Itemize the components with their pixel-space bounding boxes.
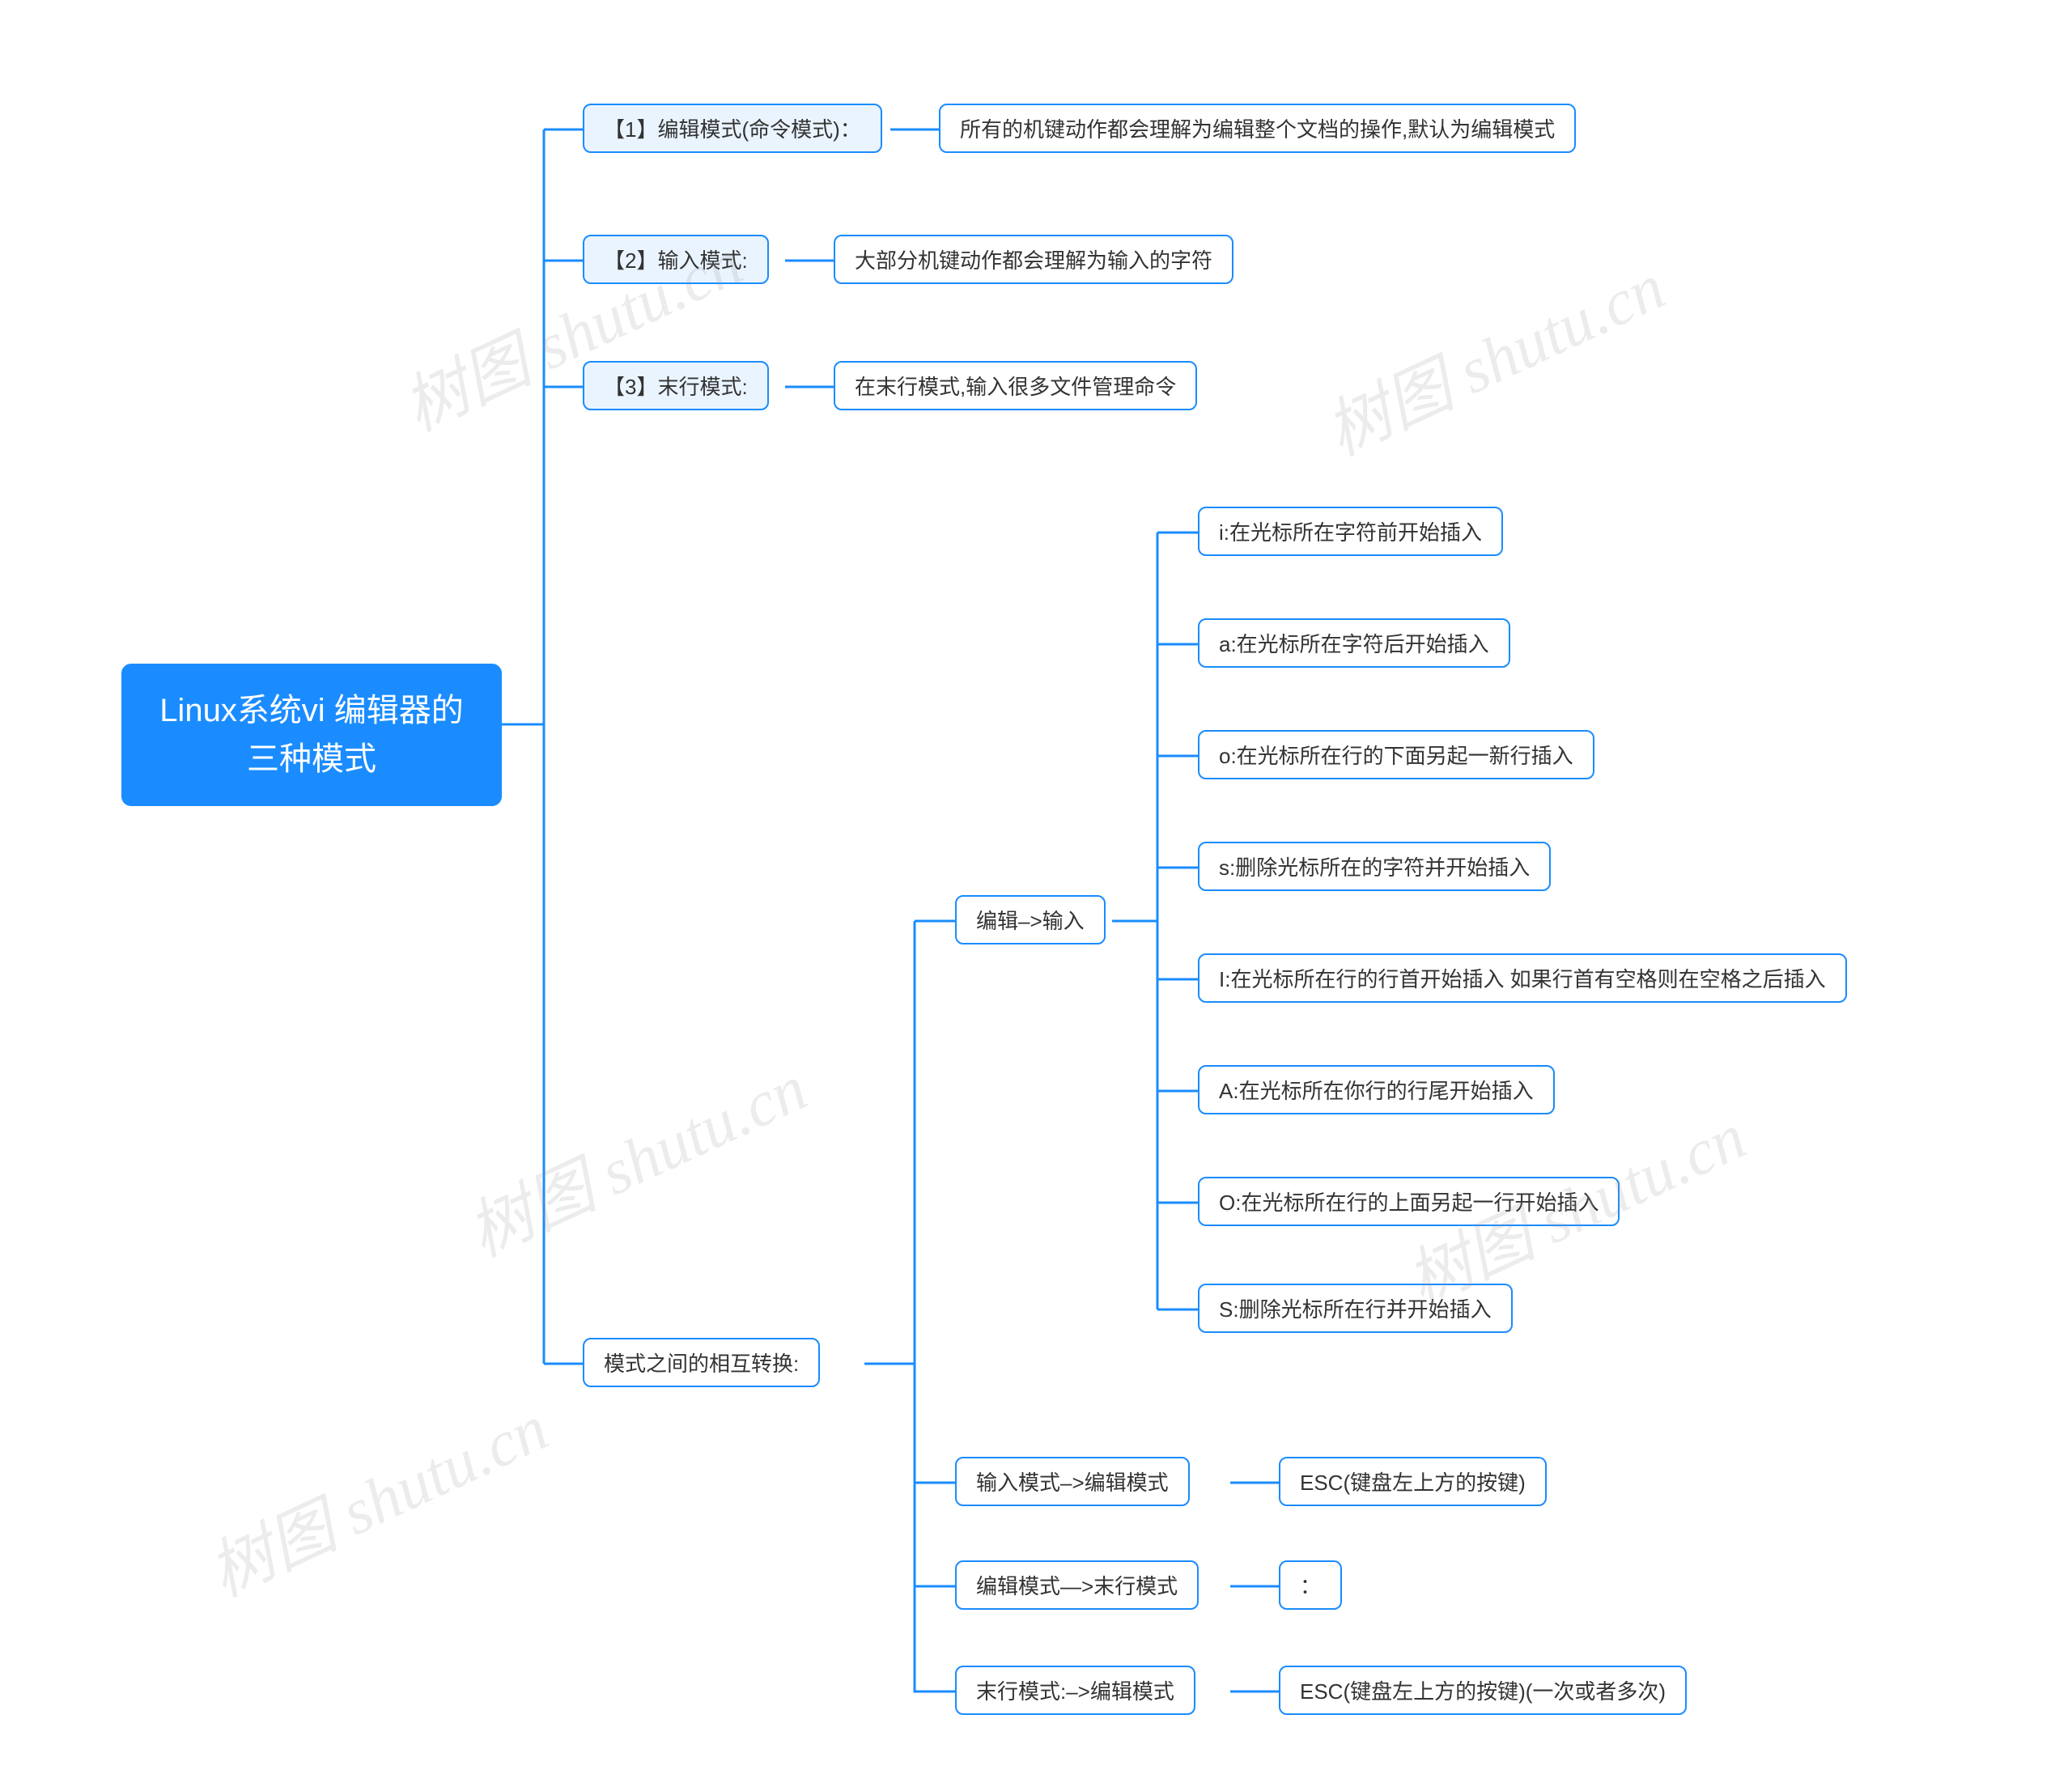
mode-4-label: 模式之间的相互转换: — [604, 1348, 799, 1377]
input-to-edit-detail: ESC(键盘左上方的按键) — [1300, 1467, 1526, 1496]
insert-i: i:在光标所在字符前开始插入 — [1219, 516, 1482, 546]
node-input-to-edit-detail[interactable]: ESC(键盘左上方的按键) — [1279, 1457, 1547, 1506]
root-node[interactable]: Linux系统vi 编辑器的 三种模式 — [121, 664, 502, 806]
node-insert-cap-i[interactable]: I:在光标所在行的行首开始插入 如果行首有空格则在空格之后插入 — [1198, 953, 1847, 1003]
insert-cap-s: S:删除光标所在行并开始插入 — [1219, 1293, 1492, 1323]
watermark: 树图 shutu.cn — [192, 1377, 561, 1615]
last-to-edit-label: 末行模式:–>编辑模式 — [976, 1675, 1174, 1705]
mode-3-label: 【3】末行模式: — [604, 371, 748, 401]
node-last-to-edit[interactable]: 末行模式:–>编辑模式 — [955, 1666, 1195, 1715]
root-line1: Linux系统vi 编辑器的 — [159, 693, 464, 728]
edit-to-last-label: 编辑模式—>末行模式 — [976, 1570, 1178, 1600]
node-mode-1[interactable]: 【1】编辑模式(命令模式)： — [583, 104, 882, 153]
node-edit-to-input[interactable]: 编辑–>输入 — [955, 895, 1106, 944]
node-insert-cap-o[interactable]: O:在光标所在行的上面另起一行开始插入 — [1198, 1177, 1620, 1226]
node-mode-4[interactable]: 模式之间的相互转换: — [583, 1338, 820, 1387]
watermark: 树图 shutu.cn — [1309, 236, 1678, 474]
node-insert-a[interactable]: a:在光标所在字符后开始插入 — [1198, 618, 1510, 668]
mode-2-detail: 大部分机键动作都会理解为输入的字符 — [855, 244, 1212, 274]
mode-2-label: 【2】输入模式: — [604, 244, 748, 274]
node-insert-s[interactable]: s:删除光标所在的字符并开始插入 — [1198, 842, 1551, 891]
insert-a: a:在光标所在字符后开始插入 — [1219, 628, 1489, 658]
node-mode-1-detail[interactable]: 所有的机键动作都会理解为编辑整个文档的操作,默认为编辑模式 — [939, 104, 1576, 153]
edit-to-last-detail: ： — [1300, 1570, 1321, 1600]
node-insert-cap-s[interactable]: S:删除光标所在行并开始插入 — [1198, 1284, 1513, 1333]
last-to-edit-detail: ESC(键盘左上方的按键)(一次或者多次) — [1300, 1675, 1666, 1705]
input-to-edit-label: 输入模式–>编辑模式 — [976, 1467, 1169, 1496]
mode-1-detail: 所有的机键动作都会理解为编辑整个文档的操作,默认为编辑模式 — [960, 113, 1555, 143]
insert-s: s:删除光标所在的字符并开始插入 — [1219, 851, 1530, 881]
node-last-to-edit-detail[interactable]: ESC(键盘左上方的按键)(一次或者多次) — [1279, 1666, 1687, 1715]
node-mode-3[interactable]: 【3】末行模式: — [583, 361, 769, 410]
node-mode-2-detail[interactable]: 大部分机键动作都会理解为输入的字符 — [834, 235, 1233, 284]
node-mode-3-detail[interactable]: 在末行模式,输入很多文件管理命令 — [834, 361, 1197, 410]
edit-to-input-label: 编辑–>输入 — [976, 905, 1085, 935]
insert-o: o:在光标所在行的下面另起一新行插入 — [1219, 740, 1573, 770]
node-insert-cap-a[interactable]: A:在光标所在你行的行尾开始插入 — [1198, 1065, 1555, 1114]
insert-cap-a: A:在光标所在你行的行尾开始插入 — [1219, 1075, 1534, 1105]
node-input-to-edit[interactable]: 输入模式–>编辑模式 — [955, 1457, 1190, 1506]
insert-cap-o: O:在光标所在行的上面另起一行开始插入 — [1219, 1186, 1599, 1216]
node-insert-o[interactable]: o:在光标所在行的下面另起一新行插入 — [1198, 730, 1594, 779]
mode-1-label: 【1】编辑模式(命令模式)： — [604, 113, 861, 143]
node-insert-i[interactable]: i:在光标所在字符前开始插入 — [1198, 507, 1503, 556]
node-edit-to-last-detail[interactable]: ： — [1279, 1560, 1342, 1610]
watermark: 树图 shutu.cn — [451, 1037, 820, 1276]
node-edit-to-last[interactable]: 编辑模式—>末行模式 — [955, 1560, 1199, 1610]
root-line2: 三种模式 — [247, 741, 376, 777]
node-mode-2[interactable]: 【2】输入模式: — [583, 235, 769, 284]
mode-3-detail: 在末行模式,输入很多文件管理命令 — [855, 371, 1176, 401]
insert-cap-i: I:在光标所在行的行首开始插入 如果行首有空格则在空格之后插入 — [1219, 963, 1826, 993]
